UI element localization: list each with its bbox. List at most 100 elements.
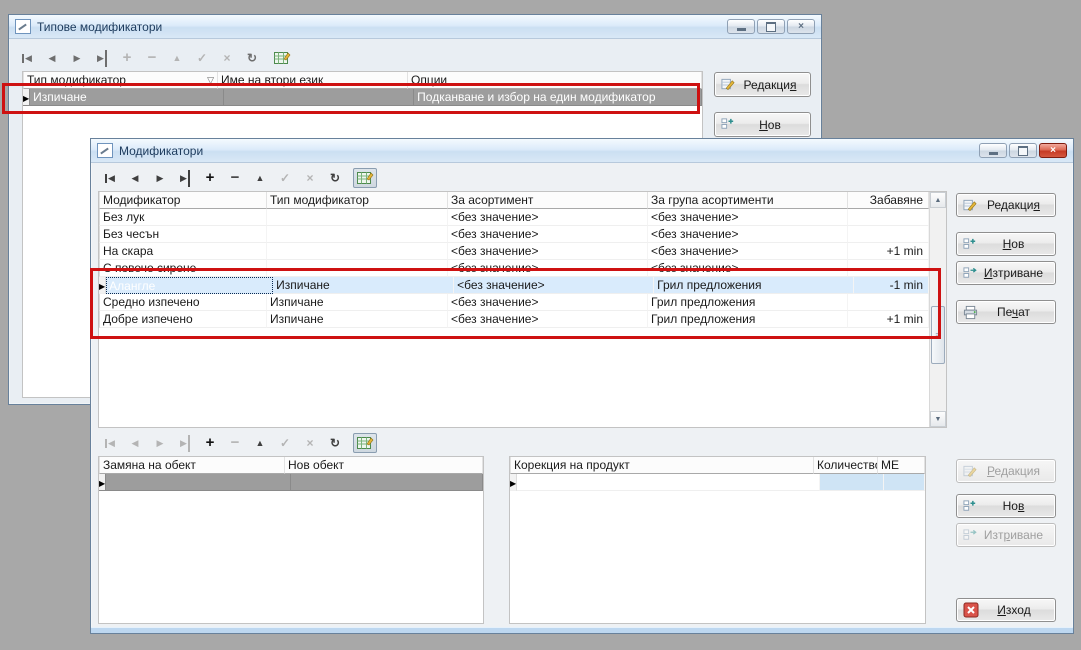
grid-edit-toggle[interactable] — [270, 48, 294, 68]
close-button[interactable]: × — [787, 19, 815, 34]
edit-button[interactable]: Редакция — [714, 72, 811, 97]
refresh-button[interactable]: ↻ — [328, 171, 342, 185]
last-record-button[interactable]: ▶ — [95, 50, 109, 67]
grid-cell: Изпичане — [30, 89, 224, 106]
form-icon — [15, 19, 31, 34]
minimize-button[interactable] — [727, 19, 755, 34]
refresh-button[interactable]: ↻ — [328, 436, 342, 450]
new-record-icon — [963, 499, 978, 514]
column-header[interactable]: Тип модификатор — [267, 192, 448, 209]
first-record-button[interactable]: ◀ — [20, 53, 34, 64]
row-indicator-icon: ▶ — [99, 479, 105, 488]
scrollbar-thumb[interactable]: ≡ — [931, 306, 945, 364]
grid-edit-toggle[interactable] — [353, 433, 377, 453]
form-icon — [97, 143, 113, 158]
new-button[interactable]: Нов — [714, 112, 811, 137]
edit-record-button[interactable]: ▲ — [253, 173, 267, 183]
column-header[interactable]: МЕ — [878, 457, 925, 474]
restore-button[interactable] — [1009, 143, 1037, 158]
column-header[interactable]: Нов обект — [285, 457, 483, 474]
next-record-button[interactable]: ▶ — [70, 53, 84, 64]
exit-button[interactable]: Изход — [956, 598, 1056, 622]
next-record-button[interactable]: ▶ — [153, 173, 167, 184]
print-button[interactable]: Печат — [956, 300, 1056, 324]
prior-record-button[interactable]: ◀ — [128, 173, 142, 184]
column-header[interactable]: За група асортименти — [648, 192, 848, 209]
grid-edit-icon — [357, 436, 374, 450]
prior-record-button[interactable]: ◀ — [45, 53, 59, 64]
table-row-selected[interactable]: ▶ Алангле Изпичане <без значение> Грил п… — [99, 277, 929, 294]
grid-cell: Средно изпечено — [100, 294, 267, 311]
first-record-button[interactable]: ◀ — [103, 173, 117, 184]
column-header[interactable]: Замяна на обект — [100, 457, 285, 474]
grid-cell — [106, 474, 291, 491]
table-row[interactable]: На скара <без значение> <без значение> +… — [99, 243, 929, 260]
table-row[interactable]: С повече сирене <без значение> <без знач… — [99, 260, 929, 277]
refresh-button[interactable]: ↻ — [245, 51, 259, 65]
table-row[interactable]: ▶ — [510, 474, 925, 491]
new-button[interactable]: Нов — [956, 232, 1056, 256]
row-indicator-icon: ▶ — [510, 479, 516, 488]
row-indicator-cell: ▶ — [23, 89, 30, 106]
row-indicator-icon: ▶ — [99, 282, 105, 291]
restore-icon — [766, 22, 776, 32]
table-row[interactable]: Без чесън <без значение> <без значение> — [99, 226, 929, 243]
close-button[interactable]: × — [1039, 143, 1067, 158]
grid-cell — [517, 474, 820, 491]
delete-button[interactable]: Изтриване — [956, 261, 1056, 285]
table-row-selected-inactive[interactable]: ▶ Изпичане Подканване и избор на един мо… — [23, 89, 702, 106]
edit-record-button[interactable]: ▲ — [253, 438, 267, 448]
scroll-down-button[interactable]: ▼ — [930, 411, 946, 427]
grid-edit-icon — [274, 51, 291, 65]
unit-cell — [884, 474, 925, 491]
grid-cell: <без значение> — [648, 243, 848, 260]
last-record-button[interactable]: ▶ — [178, 170, 192, 187]
quantity-cell — [820, 474, 884, 491]
post-edit-button: ✓ — [278, 171, 292, 185]
vertical-scrollbar[interactable]: ▲ ≡ ▼ — [929, 192, 946, 427]
column-header[interactable]: За асортимент — [448, 192, 648, 209]
next-record-button: ▶ — [153, 438, 167, 449]
minimize-button[interactable] — [979, 143, 1007, 158]
column-header[interactable]: Корекция на продукт — [511, 457, 814, 474]
column-header[interactable]: Име на втори език — [218, 72, 408, 89]
titlebar[interactable]: Модификатори × — [91, 139, 1073, 163]
scroll-up-button[interactable]: ▲ — [930, 192, 946, 208]
insert-record-button[interactable]: + — [203, 438, 217, 448]
grid-header-row: Замяна на обект Нов обект — [99, 457, 483, 474]
column-header[interactable]: Тип модификатор ▽ — [24, 72, 218, 89]
table-row[interactable]: Без лук <без значение> <без значение> — [99, 209, 929, 226]
edit-icon — [963, 464, 978, 479]
table-row-selected-inactive[interactable]: ▶ — [99, 474, 483, 491]
table-row[interactable]: Добре изпечено Изпичане <без значение> Г… — [99, 311, 929, 328]
column-header[interactable]: Модификатор — [100, 192, 267, 209]
grid-cell: <без значение> — [648, 260, 848, 277]
delete-record-button[interactable]: − — [228, 173, 242, 183]
column-header[interactable]: Забавяне — [848, 192, 929, 209]
new-button-detail[interactable]: Нов — [956, 494, 1056, 518]
edit-button[interactable]: Редакция — [956, 193, 1056, 217]
grid-cell: +1 min — [848, 243, 929, 260]
grid-edit-toggle[interactable] — [353, 168, 377, 188]
grid-cell: <без значение> — [648, 209, 848, 226]
column-header[interactable]: Опции — [408, 72, 702, 89]
post-edit-button: ✓ — [195, 51, 209, 65]
table-row[interactable]: Средно изпечено Изпичане <без значение> … — [99, 294, 929, 311]
window-title: Модификатори — [119, 144, 203, 158]
grid-edit-icon — [357, 171, 374, 185]
db-navigator: ◀ ◀ ▶ ▶ + − ▲ ✓ × ↻ — [20, 48, 294, 68]
grid-cell: <без значение> — [454, 277, 654, 294]
row-indicator-cell: ▶ — [99, 277, 106, 294]
grid-cell: Без чесън — [100, 226, 267, 243]
titlebar[interactable]: Типове модификатори × — [9, 15, 821, 39]
grid-cell: С повече сирене — [100, 260, 267, 277]
column-header[interactable]: Количество — [814, 457, 878, 474]
insert-record-button[interactable]: + — [203, 173, 217, 183]
grid-cell: Грил предложения — [648, 311, 848, 328]
restore-button[interactable] — [757, 19, 785, 34]
grid-cell — [267, 243, 448, 260]
grid-cell: <без значение> — [448, 226, 648, 243]
grid-header-row: Корекция на продукт Количество МЕ — [510, 457, 925, 474]
thumb-grip-icon: ≡ — [935, 330, 940, 340]
edit-record-button: ▲ — [170, 53, 184, 63]
